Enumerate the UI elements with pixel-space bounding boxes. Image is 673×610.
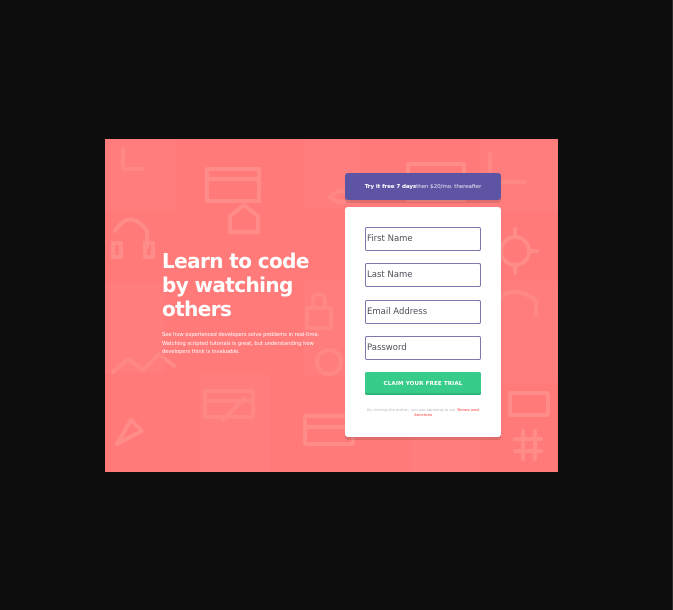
- screen: Learn to code by watching others See how…: [0, 0, 673, 610]
- trial-banner: Try it free 7 days then $20/mo. thereaft…: [345, 173, 501, 200]
- hero-description: See how experienced developers solve pro…: [162, 332, 320, 356]
- code-brackets-icon: [121, 147, 145, 171]
- hero-content: Learn to code by watching others See how…: [162, 249, 329, 357]
- headset-icon: [111, 217, 155, 259]
- last-name-input[interactable]: [365, 263, 481, 287]
- signup-form: CLAIM YOUR FREE TRIAL By clicking the bu…: [345, 207, 501, 437]
- rocket-icon: [115, 418, 144, 446]
- terms-prefix: By clicking the button, you are agreeing…: [367, 407, 456, 412]
- grid-icon: [513, 429, 543, 461]
- code-window-icon: [205, 167, 261, 203]
- headset-icon: [496, 289, 538, 318]
- code-window-icon: [203, 389, 255, 419]
- rocket-icon: [228, 203, 260, 234]
- hero-title: Learn to code by watching others: [162, 249, 309, 321]
- email-address-input[interactable]: [365, 300, 481, 324]
- password-input[interactable]: [365, 336, 481, 360]
- terms-notice: By clicking the button, you are agreeing…: [363, 407, 483, 417]
- first-name-input[interactable]: [365, 227, 481, 251]
- trial-banner-price-text: then $20/mo. thereafter: [416, 183, 482, 190]
- trial-banner-strong-text: Try it free 7 days: [364, 183, 417, 190]
- claim-free-trial-button[interactable]: CLAIM YOUR FREE TRIAL: [365, 372, 481, 395]
- signup-panel: Learn to code by watching others See how…: [105, 139, 558, 472]
